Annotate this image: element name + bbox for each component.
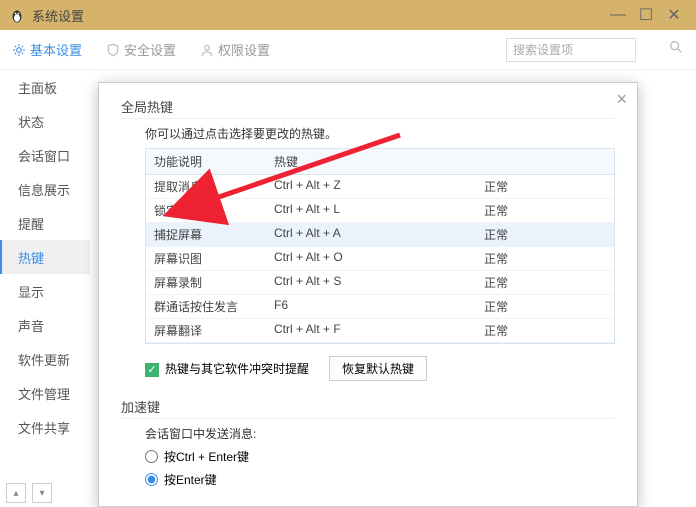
radio-enter[interactable]: 按Enter键 [145, 471, 615, 488]
restore-default-button[interactable]: 恢复默认热键 [329, 356, 427, 381]
modal-mask: × 全局热键 你可以通过点击选择要更改的热键。 功能说明 热键 提取消息Ctrl… [0, 30, 696, 507]
radio-input-1[interactable] [145, 450, 158, 463]
table-row[interactable]: 锁定QQCtrl + Alt + L正常 [146, 199, 614, 223]
hotkey-table: 功能说明 热键 提取消息Ctrl + Alt + Z正常 锁定QQCtrl + … [145, 148, 615, 344]
table-row[interactable]: 屏幕翻译Ctrl + Alt + F正常 [146, 319, 614, 343]
window-title: 系统设置 [32, 6, 84, 25]
accel-section: 加速键 会话窗口中发送消息: 按Ctrl + Enter键 按Enter键 [121, 397, 615, 488]
col-status [476, 149, 614, 174]
close-icon[interactable]: × [616, 89, 627, 110]
table-row[interactable]: 捕捉屏幕Ctrl + Alt + A正常 [146, 223, 614, 247]
minimize-button[interactable]: — [604, 6, 632, 24]
accel-title: 加速键 [121, 397, 615, 419]
radio-ctrl-enter[interactable]: 按Ctrl + Enter键 [145, 448, 615, 465]
conflict-checkbox[interactable]: ✓ 热键与其它软件冲突时提醒 [145, 360, 309, 377]
conflict-label: 热键与其它软件冲突时提醒 [165, 362, 309, 376]
global-hotkey-title: 全局热键 [121, 97, 615, 119]
col-hotkey: 热键 [266, 149, 476, 174]
titlebar: 系统设置 — ☐ ✕ [0, 0, 696, 30]
table-row[interactable]: 屏幕识图Ctrl + Alt + O正常 [146, 247, 614, 271]
table-row[interactable]: 屏幕录制Ctrl + Alt + S正常 [146, 271, 614, 295]
send-label: 会话窗口中发送消息: [145, 425, 615, 442]
maximize-button[interactable]: ☐ [632, 5, 660, 25]
hotkey-modal: × 全局热键 你可以通过点击选择要更改的热键。 功能说明 热键 提取消息Ctrl… [98, 82, 638, 507]
radio-label: 按Enter键 [164, 471, 217, 488]
check-icon: ✓ [145, 363, 159, 377]
close-window-button[interactable]: ✕ [660, 5, 688, 25]
app-icon [8, 6, 26, 24]
col-function: 功能说明 [146, 149, 266, 174]
global-hotkey-hint: 你可以通过点击选择要更改的热键。 [145, 125, 615, 142]
table-header: 功能说明 热键 [146, 149, 614, 175]
conflict-row: ✓ 热键与其它软件冲突时提醒 恢复默认热键 [145, 356, 615, 381]
radio-label: 按Ctrl + Enter键 [164, 448, 249, 465]
table-row[interactable]: 群通话按住发言F6正常 [146, 295, 614, 319]
radio-input-2[interactable] [145, 473, 158, 486]
table-row[interactable]: 提取消息Ctrl + Alt + Z正常 [146, 175, 614, 199]
